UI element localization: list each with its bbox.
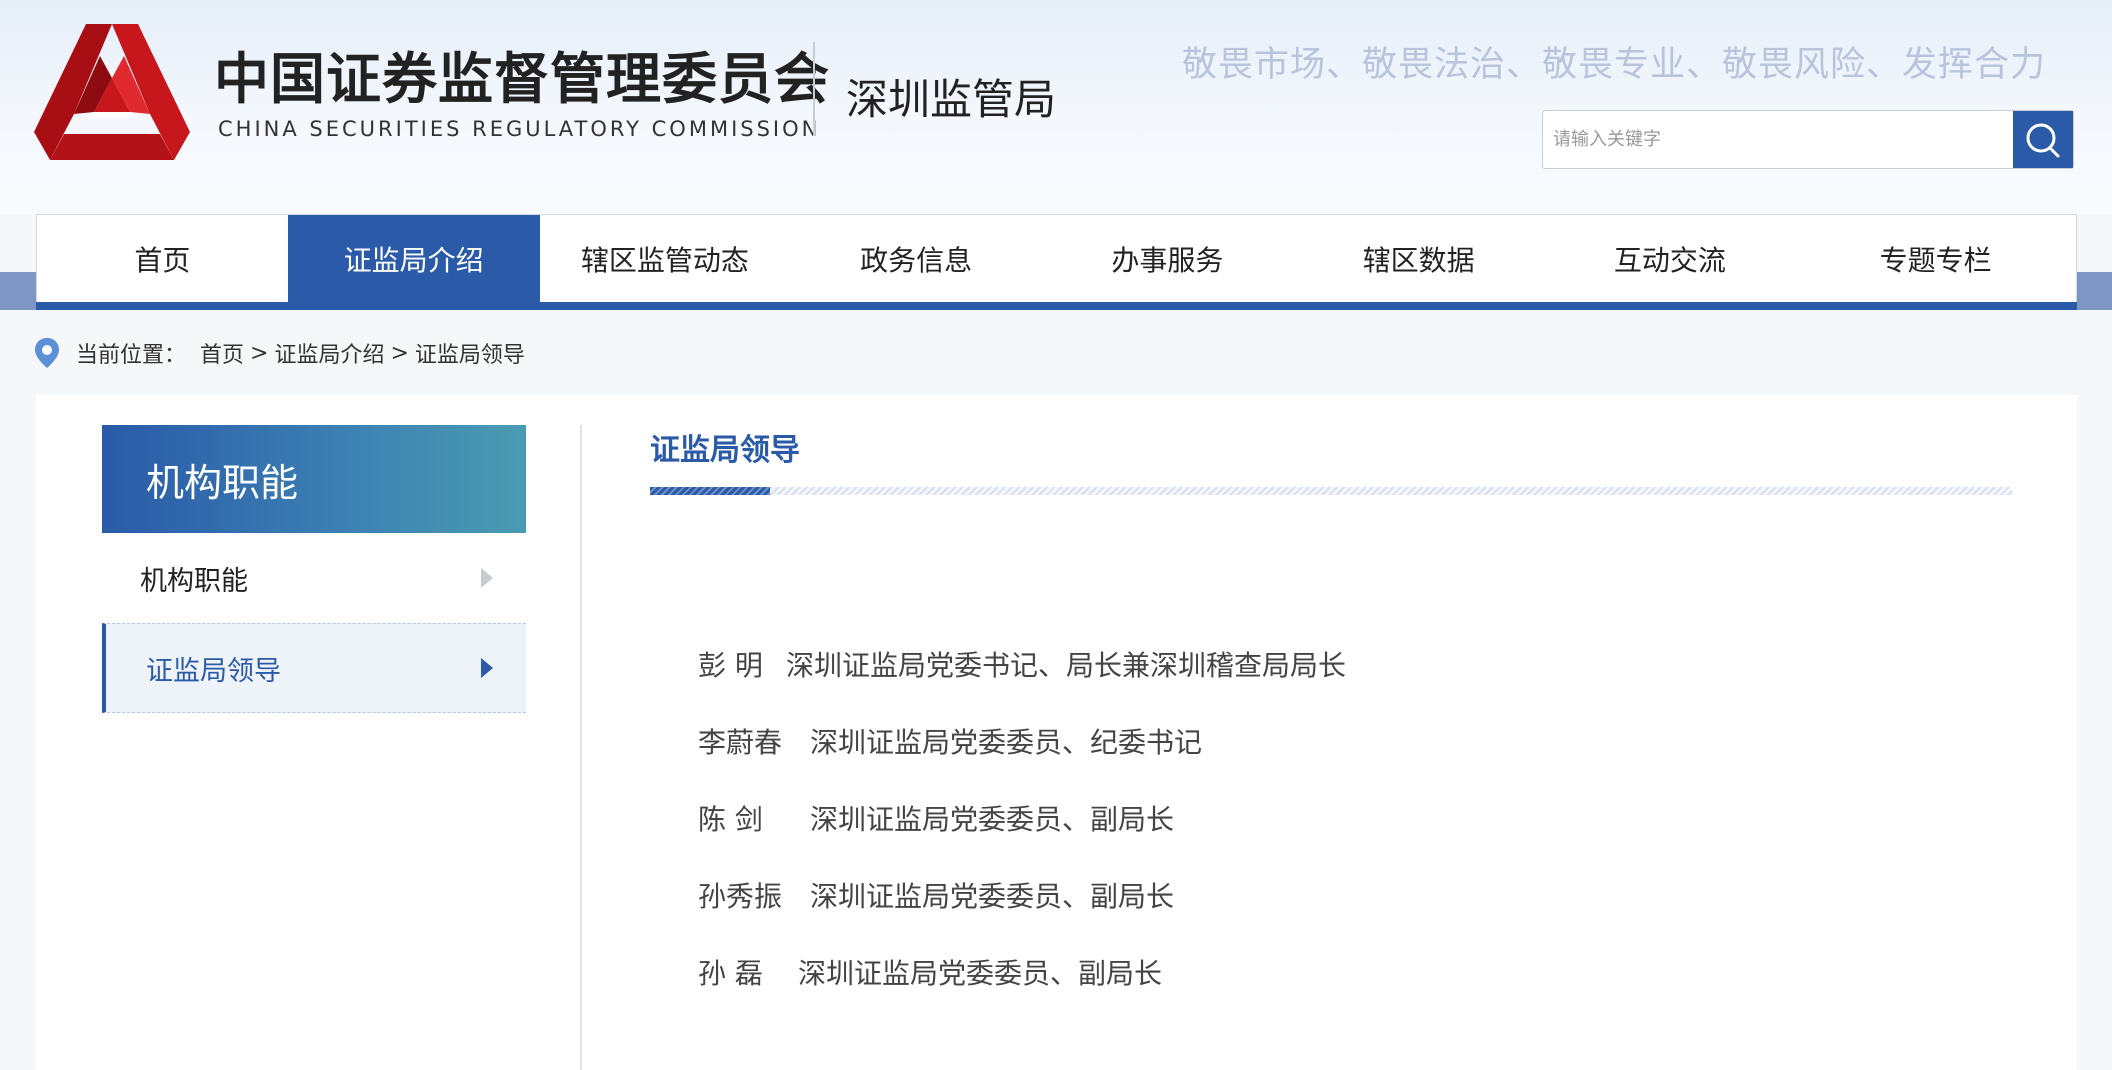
breadcrumb-separator: > — [250, 340, 269, 366]
leader-name: 李蔚春 — [698, 725, 783, 759]
leader-row: 孙 磊 深圳证监局党委委员、副局长 — [698, 933, 1346, 1010]
chevron-right-icon — [481, 568, 493, 588]
bureau-name: 深圳监管局 — [846, 75, 1057, 124]
content-divider — [580, 425, 582, 1070]
site-header: 中国证券监督管理委员会 CHINA SECURITIES REGULATORY … — [0, 0, 2112, 215]
leader-row: 李蔚春 深圳证监局党委委员、纪委书记 — [698, 702, 1346, 779]
leader-row: 彭 明 深圳证监局党委书记、局长兼深圳稽查局局长 — [698, 625, 1346, 702]
sidebar-item-label: 证监局领导 — [146, 655, 281, 687]
sidebar-item-label: 机构职能 — [140, 565, 248, 597]
breadcrumb-home[interactable]: 首页 — [200, 337, 244, 369]
leader-name: 陈 剑 — [698, 802, 763, 836]
search-icon — [2026, 123, 2060, 157]
breadcrumb: 当前位置： 首页 > 证监局介绍 > 证监局领导 — [34, 337, 525, 369]
location-pin-icon — [34, 337, 60, 369]
breadcrumb-bureau-intro[interactable]: 证监局介绍 — [274, 337, 384, 369]
sidebar-item-leaders[interactable]: 证监局领导 — [102, 623, 526, 713]
nav-item-interaction[interactable]: 互动交流 — [1545, 215, 1796, 303]
content-panel: 机构职能 机构职能 证监局领导 证监局领导 彭 明 深圳证监局党委书记、局长兼深… — [36, 395, 2077, 1070]
slogan: 敬畏市场、敬畏法治、敬畏专业、敬畏风险、发挥合力 — [1181, 45, 2046, 85]
leader-position: 深圳证监局党委委员、副局长 — [798, 956, 1163, 990]
nav-item-bureau-intro[interactable]: 证监局介绍 — [287, 215, 540, 303]
leader-position: 深圳证监局党委委员、副局长 — [810, 802, 1175, 836]
leader-name: 孙秀振 — [698, 879, 783, 913]
logo-chinese-name: 中国证券监督管理委员会 — [214, 47, 831, 111]
logo-english-name: CHINA SECURITIES REGULATORY COMMISSION — [218, 117, 821, 141]
sidebar-item-functions[interactable]: 机构职能 — [102, 533, 526, 623]
csrc-logo-icon — [34, 24, 190, 160]
leader-row: 孙秀振 深圳证监局党委委员、副局长 — [698, 856, 1346, 933]
content-title: 证监局领导 — [650, 433, 800, 468]
nav-item-regional-data[interactable]: 辖区数据 — [1293, 215, 1545, 303]
breadcrumb-prefix: 当前位置： — [76, 343, 187, 368]
page: 中国证券监督管理委员会 CHINA SECURITIES REGULATORY … — [0, 0, 2112, 1070]
nav-item-government-info[interactable]: 政务信息 — [790, 215, 1042, 303]
search-box — [1542, 110, 2074, 169]
leader-position: 深圳证监局党委委员、副局长 — [810, 879, 1175, 913]
search-input[interactable] — [1543, 111, 2013, 168]
nav-item-home[interactable]: 首页 — [37, 215, 288, 303]
nav-item-regulatory-news[interactable]: 辖区监管动态 — [540, 215, 791, 303]
leader-position: 深圳证监局党委委员、纪委书记 — [810, 725, 1203, 759]
search-button[interactable] — [2013, 111, 2073, 168]
leader-row: 陈 剑 深圳证监局党委委员、副局长 — [698, 779, 1346, 856]
nav-item-services[interactable]: 办事服务 — [1042, 215, 1293, 303]
leader-position: 深圳证监局党委书记、局长兼深圳稽查局局长 — [786, 648, 1347, 682]
nav-item-special-topics[interactable]: 专题专栏 — [1795, 215, 2076, 303]
breadcrumb-separator: > — [390, 340, 409, 366]
sidebar-title: 机构职能 — [102, 425, 526, 533]
main-nav: 首页 证监局介绍 辖区监管动态 政务信息 办事服务 辖区数据 互动交流 专题专栏 — [36, 214, 2077, 310]
title-underline — [650, 487, 2012, 495]
leader-name: 孙 磊 — [698, 956, 763, 990]
leader-name: 彭 明 — [698, 648, 763, 682]
breadcrumb-current[interactable]: 证监局领导 — [415, 337, 525, 369]
chevron-right-icon — [481, 658, 493, 678]
title-underline-accent — [650, 487, 770, 495]
logo-divider — [813, 42, 815, 136]
leader-list: 彭 明 深圳证监局党委书记、局长兼深圳稽查局局长 李蔚春 深圳证监局党委委员、纪… — [698, 625, 1346, 1010]
